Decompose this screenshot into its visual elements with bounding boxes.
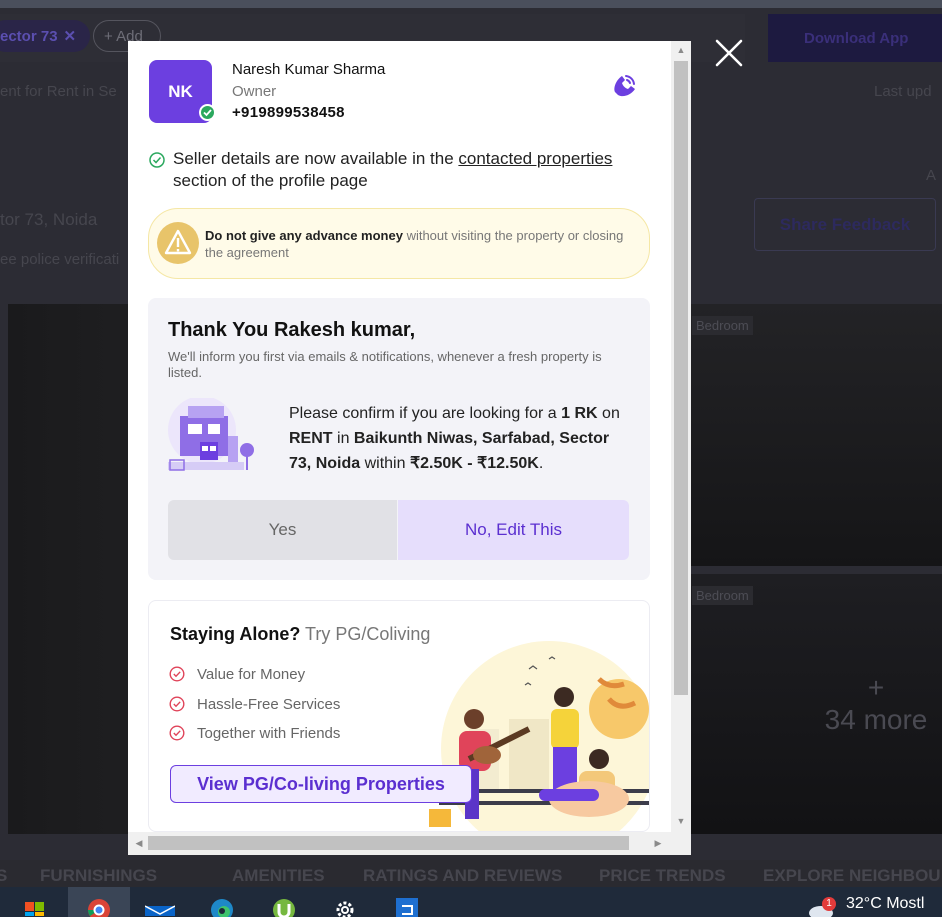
filter-chip-label: ector 73 (0, 27, 58, 45)
scrollbar-thumb[interactable] (674, 61, 688, 695)
utorrent-icon[interactable] (269, 892, 299, 917)
confirm-on: on (597, 405, 620, 422)
listing-mode: RENT (289, 430, 333, 447)
scroll-up-arrow-icon[interactable]: ▲ (671, 41, 691, 59)
edge-icon[interactable] (207, 892, 237, 917)
seller-details-info: Seller details are now available in the … (149, 148, 619, 192)
more-photos-label: 34 more (824, 704, 928, 735)
chrome-icon[interactable] (84, 892, 114, 917)
last-updated-text: Last upd (874, 83, 932, 100)
scroll-right-arrow-icon[interactable]: ▶ (649, 834, 667, 852)
confirm-in: in (332, 430, 354, 447)
vertical-scrollbar[interactable]: ▲ ▼ (671, 41, 691, 832)
confirm-prefix: Please confirm if you are looking for a (289, 405, 562, 422)
phone-icon[interactable] (609, 71, 639, 101)
owner-phone: +919899538458 (232, 104, 345, 121)
benefit-label: Hassle-Free Services (197, 696, 341, 713)
weather-text[interactable]: 32°C Mostl (846, 895, 924, 913)
location-text: tor 73, Noida (0, 210, 98, 229)
scroll-left-arrow-icon[interactable]: ◀ (130, 834, 148, 852)
thank-you-title: Thank You Rakesh kumar, (168, 319, 416, 341)
edge-text: A (926, 167, 937, 184)
property-photo-1 (690, 304, 942, 566)
warning-icon (157, 222, 199, 264)
pg-coliving-card: Staying Alone? Try PG/Coliving Value for… (148, 600, 650, 832)
warning-bold-text: Do not give any advance money (205, 228, 403, 243)
check-circle-icon (169, 725, 185, 741)
pg-title-light: Try PG/Coliving (300, 624, 431, 644)
close-icon[interactable] (714, 38, 744, 68)
info-text-suffix: section of the profile page (173, 171, 368, 190)
more-plus: + (867, 672, 885, 703)
filter-chip-sector: ector 73 ✕ (0, 20, 90, 52)
contacted-properties-link[interactable]: contacted properties (458, 149, 612, 168)
owner-role: Owner (232, 83, 277, 100)
edit-button[interactable]: No, Edit This (398, 500, 629, 560)
pg-title: Staying Alone? Try PG/Coliving (170, 624, 430, 645)
info-text: Seller details are now available in the (173, 149, 459, 168)
tab-explore-neighbourhood: EXPLORE NEIGHBOU (763, 866, 941, 885)
app-icon[interactable] (392, 892, 422, 917)
verified-check-icon (199, 104, 216, 121)
view-pg-properties-button[interactable]: View PG/Co-living Properties (170, 765, 472, 803)
download-app-label: Download App (804, 29, 909, 47)
confirm-within: within (360, 455, 410, 472)
confirmation-card: Thank You Rakesh kumar, We'll inform you… (148, 298, 650, 580)
owner-name: Naresh Kumar Sharma (232, 61, 386, 78)
check-circle-icon (149, 152, 165, 174)
tab-amenities: AMENITIES (232, 866, 325, 885)
confirm-text: Please confirm if you are looking for a … (289, 401, 629, 476)
share-feedback-button: Share Feedback (754, 198, 936, 251)
contact-owner-modal: NK Naresh Kumar Sharma Owner +9198995384… (128, 41, 691, 855)
list-item: Together with Friends (169, 725, 340, 742)
list-item: Hassle-Free Services (169, 696, 340, 713)
modal-content: NK Naresh Kumar Sharma Owner +9198995384… (128, 41, 671, 832)
settings-icon[interactable] (330, 892, 360, 917)
thank-you-subtitle: We'll inform you first via emails & noti… (168, 349, 602, 380)
windows-taskbar (0, 887, 942, 917)
check-circle-icon (169, 666, 185, 682)
scrollbar-thumb[interactable] (148, 836, 629, 850)
confirm-end: . (538, 455, 544, 472)
bhk-value: 1 RK (561, 405, 598, 422)
scroll-down-arrow-icon[interactable]: ▼ (671, 812, 691, 830)
tab-ratings-reviews: RATINGS AND REVIEWS (363, 866, 563, 885)
photo-tag: Bedroom (692, 316, 753, 335)
house-illustration-icon (166, 396, 260, 474)
tab-partial: S (0, 866, 8, 885)
friends-illustration-icon (429, 639, 649, 831)
tab-price-trends: PRICE TRENDS (599, 866, 726, 885)
tab-furnishings: FURNISHINGS (40, 866, 158, 885)
windows-start-icon[interactable] (20, 892, 50, 917)
horizontal-scrollbar[interactable]: ◀ ▶ (128, 832, 671, 855)
benefit-label: Together with Friends (197, 725, 341, 742)
budget-value: ₹2.50K - ₹12.50K (409, 455, 539, 472)
yes-button[interactable]: Yes (168, 500, 397, 560)
pg-title-bold: Staying Alone? (170, 624, 301, 644)
police-verification-text: ee police verificati (0, 251, 120, 268)
advance-money-warning: Do not give any advance money without vi… (148, 208, 650, 279)
weather-badge: 1 (822, 897, 836, 911)
photo-tag: Bedroom (692, 586, 753, 605)
breadcrumb: ent for Rent in Se (0, 83, 117, 100)
more-photos: +34 more (810, 672, 942, 736)
benefit-label: Value for Money (197, 666, 306, 683)
scrollbar-corner (671, 832, 691, 855)
list-item: Value for Money (169, 666, 305, 683)
browser-top-strip (0, 0, 942, 8)
download-app-button: Download App (768, 14, 942, 62)
close-icon: ✕ (63, 28, 77, 45)
check-circle-icon (169, 696, 185, 712)
mail-icon[interactable] (145, 892, 175, 917)
